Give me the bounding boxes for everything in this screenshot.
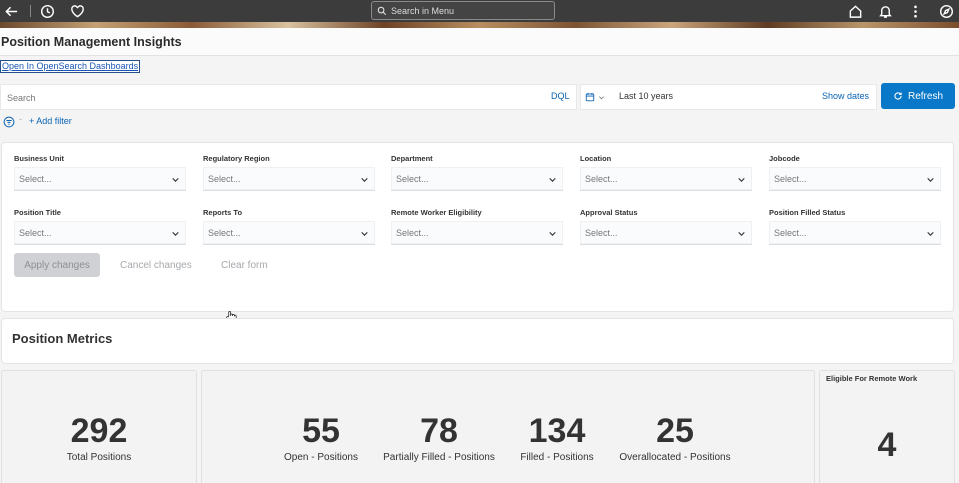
position-metrics-title: Position Metrics bbox=[12, 331, 113, 346]
select-placeholder: Select... bbox=[396, 228, 429, 238]
select-placeholder: Select... bbox=[19, 228, 52, 238]
menu-search-placeholder: Search in Menu bbox=[391, 5, 455, 16]
quick-date-menu-button[interactable] bbox=[585, 90, 611, 104]
metric-label: Partially Filled - Positions bbox=[383, 452, 495, 463]
chevron-down-icon bbox=[549, 231, 556, 236]
back-arrow-icon[interactable] bbox=[2, 2, 20, 20]
menu-search-input[interactable]: Search in Menu bbox=[371, 1, 555, 20]
total-positions-value: 292 bbox=[70, 412, 128, 450]
metric-value: 134 bbox=[528, 412, 586, 450]
control-label: Jobcode bbox=[769, 154, 800, 163]
more-vertical-icon[interactable] bbox=[906, 2, 924, 20]
control-select[interactable]: Select... bbox=[769, 221, 941, 245]
remote-work-value: 4 bbox=[877, 426, 897, 464]
metric-value: 55 bbox=[302, 412, 340, 450]
control-label: Position Title bbox=[14, 208, 61, 217]
home-icon[interactable] bbox=[846, 2, 864, 20]
chevron-down-icon bbox=[599, 95, 604, 99]
control-label: Department bbox=[391, 154, 433, 163]
select-placeholder: Select... bbox=[396, 174, 429, 184]
select-placeholder: Select... bbox=[585, 228, 618, 238]
control-select[interactable]: Select... bbox=[14, 221, 186, 245]
control-label: Approval Status bbox=[580, 208, 638, 217]
control-select[interactable]: Select... bbox=[391, 221, 563, 245]
metric-value: 78 bbox=[420, 412, 458, 450]
chevron-down-icon bbox=[361, 177, 368, 182]
chevron-down-icon bbox=[361, 231, 368, 236]
control-select[interactable]: Select... bbox=[391, 167, 563, 191]
chevron-down-icon bbox=[172, 231, 179, 236]
bell-icon[interactable] bbox=[876, 2, 894, 20]
search-icon bbox=[377, 6, 387, 15]
control-label: Location bbox=[580, 154, 612, 163]
refresh-button[interactable]: Refresh bbox=[881, 83, 955, 109]
metric-value: 25 bbox=[656, 412, 694, 450]
control-label: Business Unit bbox=[14, 154, 65, 163]
chevron-down-icon bbox=[738, 177, 745, 182]
add-filter-button[interactable]: + Add filter bbox=[29, 116, 72, 126]
query-search-bar[interactable]: Search bbox=[0, 84, 577, 110]
date-range-text[interactable]: Last 10 years bbox=[619, 91, 673, 101]
select-placeholder: Select... bbox=[774, 228, 807, 238]
clear-form-button[interactable]: Clear form bbox=[221, 260, 268, 271]
chevron-down-icon bbox=[172, 177, 179, 182]
control-select[interactable]: Select... bbox=[203, 167, 375, 191]
select-placeholder: Select... bbox=[774, 174, 807, 184]
select-placeholder: Select... bbox=[19, 174, 52, 184]
control-select[interactable]: Select... bbox=[203, 221, 375, 245]
show-dates-button[interactable]: Show dates bbox=[822, 91, 869, 101]
heart-icon[interactable] bbox=[68, 2, 86, 20]
total-positions-label: Total Positions bbox=[66, 452, 132, 463]
chevron-down-icon bbox=[738, 231, 745, 236]
metric-label: Overallocated - Positions bbox=[619, 452, 731, 463]
remote-work-heading: Eligible For Remote Work bbox=[826, 374, 918, 383]
refresh-icon bbox=[894, 92, 902, 100]
query-search-input[interactable]: Search bbox=[7, 93, 36, 103]
control-label: Regulatory Region bbox=[203, 154, 270, 163]
metric-label: Open - Positions bbox=[284, 452, 358, 463]
control-select[interactable]: Select... bbox=[769, 167, 941, 191]
dql-language-button[interactable]: DQL bbox=[551, 91, 570, 101]
control-label: Position Filled Status bbox=[769, 208, 846, 217]
control-select[interactable]: Select... bbox=[14, 167, 186, 191]
chevron-down-icon bbox=[927, 177, 934, 182]
control-label: Remote Worker Eligibility bbox=[391, 208, 482, 217]
filter-divider: - bbox=[19, 114, 22, 124]
calendar-icon bbox=[585, 92, 595, 102]
control-label: Reports To bbox=[203, 208, 243, 217]
select-placeholder: Select... bbox=[208, 174, 241, 184]
open-in-dashboards-link[interactable]: Open In OpenSearch Dashboards bbox=[0, 60, 141, 73]
control-select[interactable]: Select... bbox=[580, 167, 752, 191]
control-select[interactable]: Select... bbox=[580, 221, 752, 245]
clock-icon[interactable] bbox=[38, 2, 56, 20]
select-placeholder: Select... bbox=[208, 228, 241, 238]
metric-label: Filled - Positions bbox=[520, 452, 594, 463]
chevron-down-icon bbox=[927, 231, 934, 236]
apply-changes-button[interactable]: Apply changes bbox=[14, 253, 100, 277]
position-metrics-header bbox=[1, 318, 954, 364]
refresh-label: Refresh bbox=[907, 90, 943, 102]
select-placeholder: Select... bbox=[585, 174, 618, 184]
filter-options-icon[interactable] bbox=[3, 115, 15, 128]
toolbar-divider bbox=[30, 5, 31, 17]
cancel-changes-button[interactable]: Cancel changes bbox=[120, 260, 192, 271]
compass-icon[interactable] bbox=[937, 2, 955, 20]
page-title: Position Management Insights bbox=[1, 35, 182, 49]
chevron-down-icon bbox=[549, 177, 556, 182]
